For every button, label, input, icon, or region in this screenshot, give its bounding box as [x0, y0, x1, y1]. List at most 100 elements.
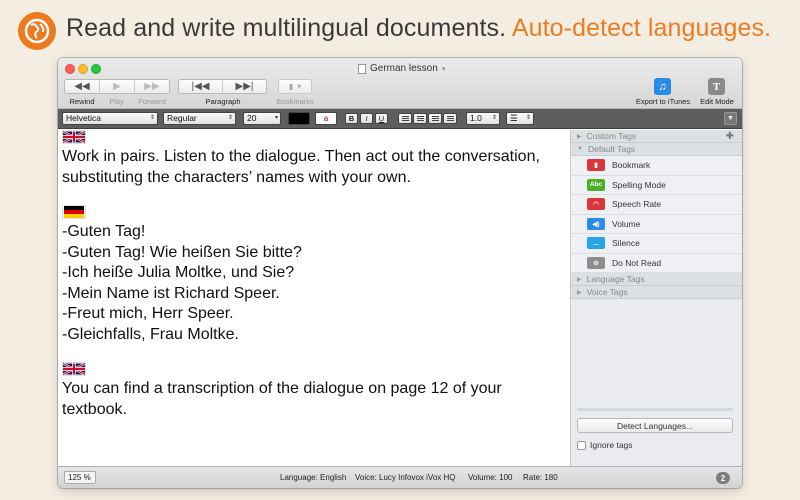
- play-button[interactable]: ▶: [100, 80, 135, 93]
- next-paragraph-button[interactable]: ▶▶|: [223, 80, 266, 93]
- highlight-color-well[interactable]: a: [315, 112, 337, 125]
- play-label: Play: [109, 97, 124, 106]
- paragraph-instructions: Work in pairs. Listen to the dialogue. T…: [62, 148, 540, 186]
- uk-flag-icon: [62, 362, 86, 376]
- dialogue-line: -Guten Tag!: [62, 223, 146, 240]
- chevron-updown-icon: ⇕: [149, 115, 155, 121]
- rewind-button[interactable]: ◀◀: [65, 80, 100, 93]
- paragraph-transcription: You can find a transcription of the dial…: [62, 380, 502, 418]
- dialogue-line: -Gleichfalls, Frau Moltke.: [62, 325, 239, 343]
- headline: Read and write multilingual documents. A…: [66, 14, 771, 43]
- ignore-tags-row: Ignore tags: [577, 440, 633, 450]
- align-center-button[interactable]: [413, 113, 427, 124]
- add-tag-icon[interactable]: ✚: [726, 131, 734, 142]
- custom-tags-label: Custom Tags: [586, 131, 637, 141]
- uk-flag-icon: [62, 130, 86, 144]
- zoom-select[interactable]: 125 %: [64, 471, 96, 484]
- tag-label: Do Not Read: [612, 257, 662, 268]
- tag-silence[interactable]: ... Silence: [571, 234, 742, 254]
- export-itunes-button[interactable]: ♫: [654, 78, 671, 95]
- tag-label: Speech Rate: [612, 199, 662, 210]
- dialogue-line: -Freut mich, Herr Speer.: [62, 305, 234, 322]
- ignore-tags-checkbox[interactable]: [577, 440, 586, 450]
- close-window-button[interactable]: [65, 64, 75, 74]
- previous-paragraph-button[interactable]: |◀◀: [179, 80, 223, 93]
- font-family-select[interactable]: Helvetica ⇕: [62, 112, 158, 125]
- toggle-sidebar-button[interactable]: ▼: [724, 112, 737, 125]
- font-family-value: Helvetica: [66, 113, 101, 123]
- ignore-tags-label: Ignore tags: [590, 440, 633, 450]
- align-left-icon: [401, 115, 409, 122]
- underline-button[interactable]: U: [375, 113, 388, 124]
- edit-mode-button[interactable]: T: [708, 78, 725, 95]
- abc-icon: Abc: [587, 178, 605, 191]
- line-spacing-select[interactable]: 1.0 ⇕: [466, 112, 500, 125]
- disclosure-down-icon: ▼: [577, 146, 583, 152]
- align-left-button[interactable]: [398, 113, 412, 124]
- tag-do-not-read[interactable]: ⊘ Do Not Read: [571, 253, 742, 273]
- forward-button[interactable]: ▶▶: [135, 80, 169, 93]
- italic-label: I: [365, 114, 368, 123]
- bold-button[interactable]: B: [345, 113, 358, 124]
- custom-tags-header[interactable]: ▶ Custom Tags ✚: [571, 130, 742, 143]
- chevron-down-icon: ▾: [441, 65, 446, 73]
- tag-label: Silence: [612, 238, 640, 249]
- font-style-select[interactable]: Regular ⇕: [163, 112, 236, 125]
- dialogue-line: -Mein Name ist Richard Speer.: [62, 284, 280, 302]
- chevron-down-icon: ▼: [727, 115, 734, 122]
- bold-label: B: [348, 114, 355, 123]
- list-icon: ☰: [510, 113, 518, 123]
- text-color-well[interactable]: [288, 112, 310, 125]
- font-style-value: Regular: [167, 113, 197, 123]
- italic-button[interactable]: I: [360, 113, 373, 124]
- font-size-field[interactable]: 20 ▾: [243, 112, 281, 125]
- paragraph-label: Paragraph: [205, 97, 241, 106]
- promo-banner: Read and write multilingual documents. A…: [0, 0, 800, 58]
- next-paragraph-icon: ▶▶|: [235, 81, 254, 92]
- tag-label: Bookmark: [612, 160, 651, 171]
- paragraph-controls: |◀◀ ▶▶|: [178, 79, 267, 94]
- bookmark-icon: ▮: [288, 82, 294, 91]
- language-tags-label: Language Tags: [586, 274, 645, 284]
- ellipsis-icon: ...: [587, 237, 605, 250]
- bookmarks-label: Bookmarks: [276, 97, 314, 106]
- tag-label: Spelling Mode: [612, 179, 666, 190]
- bookmarks-button[interactable]: ▮ ▾: [278, 79, 312, 94]
- language-tags-header[interactable]: ▶ Language Tags: [571, 273, 742, 286]
- zoom-window-button[interactable]: [91, 64, 101, 74]
- tag-volume[interactable]: ◀) Volume: [571, 214, 742, 234]
- headline-main: Read and write multilingual documents.: [66, 14, 507, 42]
- highlight-letter: a: [323, 114, 329, 123]
- voice-tags-header[interactable]: ▶ Voice Tags: [571, 286, 742, 299]
- tag-spelling-mode[interactable]: Abc Spelling Mode: [571, 175, 742, 195]
- font-size-value: 20: [247, 113, 257, 123]
- default-tags-header[interactable]: ▼ Default Tags: [571, 143, 742, 156]
- playback-controls: ◀◀ ▶ ▶▶: [64, 79, 170, 94]
- sidebar-scrollbar[interactable]: [577, 408, 733, 411]
- default-tags-label: Default Tags: [587, 144, 636, 154]
- align-center-icon: [416, 115, 424, 122]
- chevron-updown-icon: ⇕: [525, 115, 531, 121]
- align-right-icon: [431, 115, 439, 122]
- list-style-select[interactable]: ☰ ⇕: [506, 112, 534, 125]
- rewind-label: Rewind: [69, 97, 95, 106]
- dialogue-line: -Guten Tag! Wie heißen Sie bitte?: [62, 243, 302, 261]
- rewind-icon: ◀◀: [74, 81, 90, 92]
- minimize-window-button[interactable]: [78, 64, 88, 74]
- align-right-button[interactable]: [428, 113, 442, 124]
- dialogue-line: -Ich heiße Julia Moltke, und Sie?: [62, 264, 295, 281]
- document-editor[interactable]: Work in pairs. Listen to the dialogue. T…: [58, 130, 570, 466]
- count-badge[interactable]: 2: [716, 472, 730, 484]
- edit-mode-label: Edit Mode: [700, 97, 734, 106]
- underline-label: U: [378, 114, 385, 123]
- tag-bookmark[interactable]: ▮ Bookmark: [571, 156, 742, 176]
- tag-speech-rate[interactable]: ◠ Speech Rate: [571, 195, 742, 215]
- align-justify-button[interactable]: [443, 113, 457, 124]
- speaker-icon: ◀): [587, 217, 605, 230]
- app-logo: [18, 12, 56, 50]
- chevron-down-icon: ▾: [274, 115, 278, 121]
- document-title[interactable]: German lesson ▾: [358, 63, 445, 74]
- status-volume: Volume: 100: [468, 473, 513, 482]
- detect-languages-button[interactable]: Detect Languages...: [577, 418, 733, 433]
- forward-label: Forward: [138, 97, 166, 106]
